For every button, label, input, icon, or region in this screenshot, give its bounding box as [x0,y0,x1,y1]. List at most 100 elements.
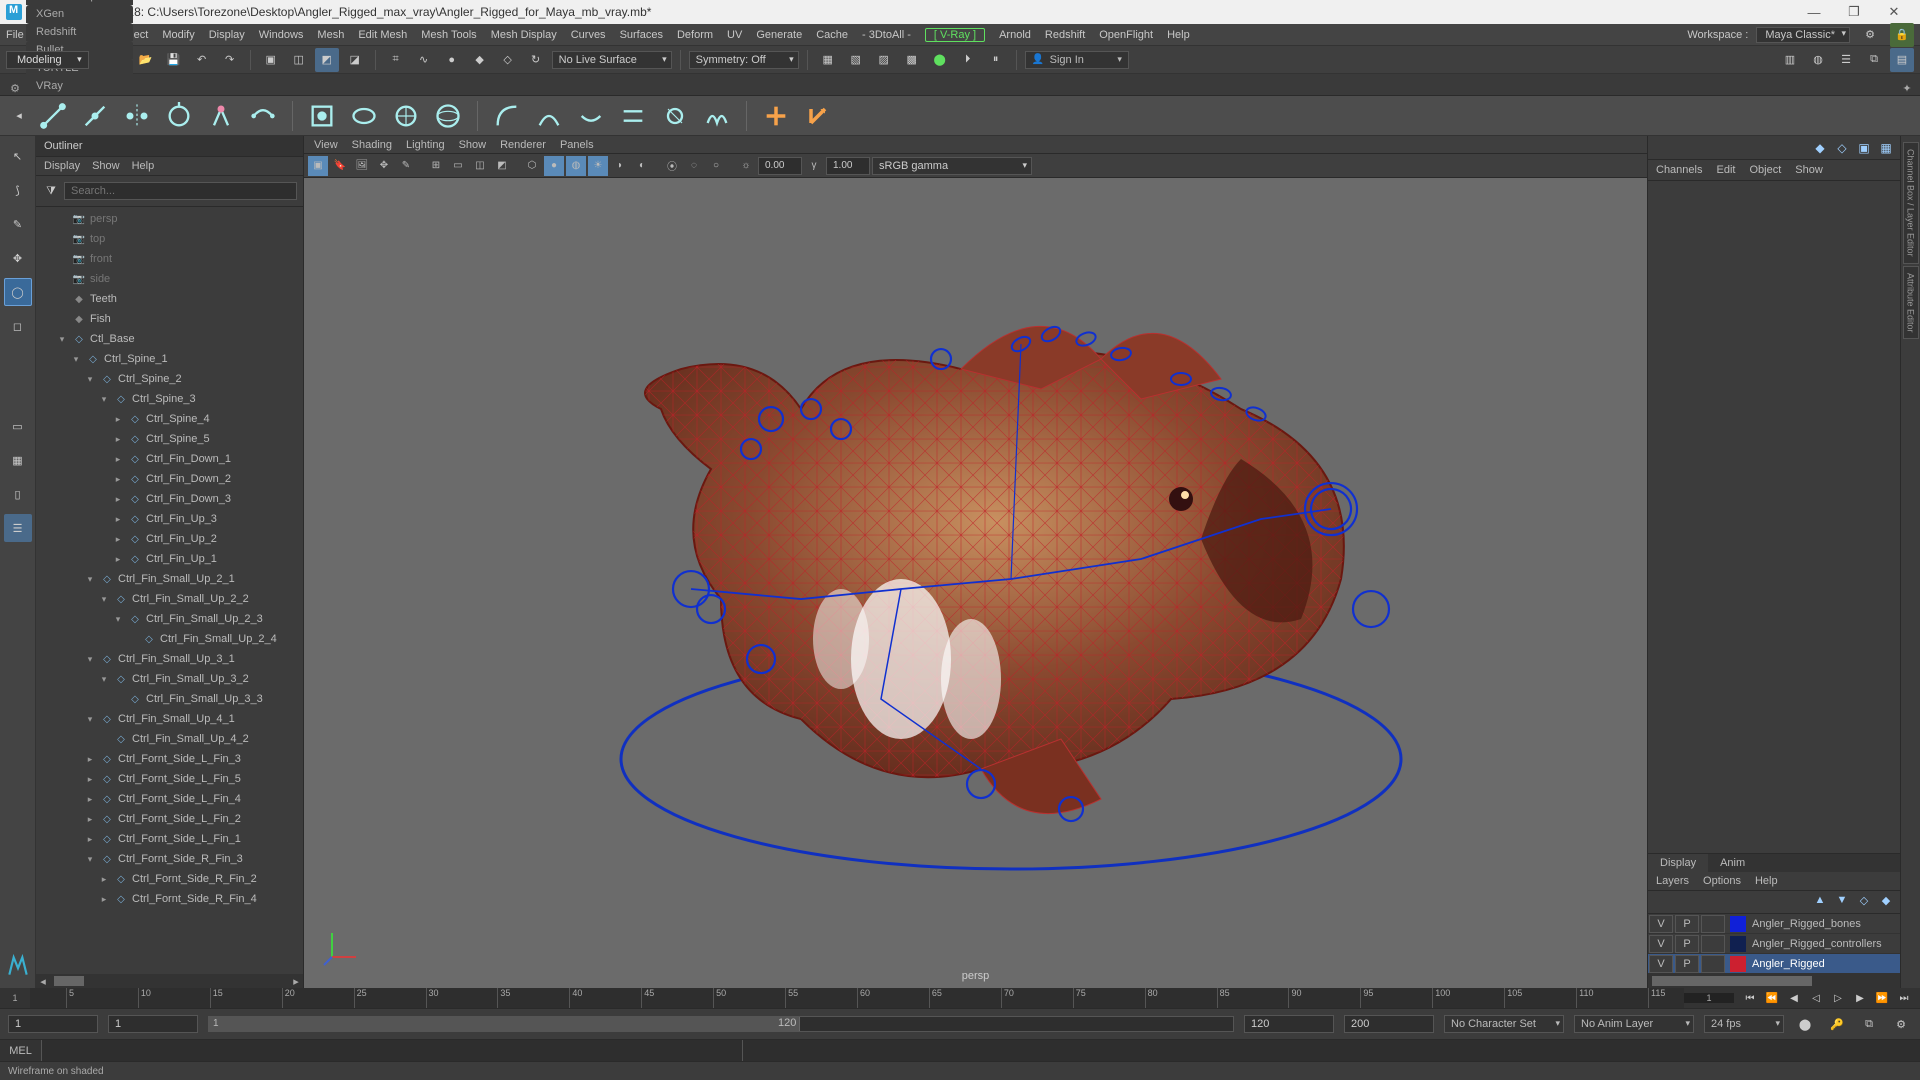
snap-live-icon[interactable]: ◇ [496,48,520,72]
move-tool[interactable]: ✥ [4,244,32,272]
layout-four-icon[interactable]: ▦ [4,446,32,474]
outliner-item-teeth[interactable]: ▸◆Teeth [36,289,303,309]
outliner-item-ctrl_fornt_side_l_fin_2[interactable]: ▸◇Ctrl_Fornt_Side_L_Fin_2 [36,809,303,829]
blendshape-icon[interactable] [490,99,524,133]
viewport-canvas[interactable]: persp [304,178,1647,988]
shelf-scroll-icon[interactable]: ◂ [10,104,28,128]
outliner-item-ctrl_fin_small_up_3_3[interactable]: ▸◇Ctrl_Fin_Small_Up_3_3 [36,689,303,709]
layer-menu-layers[interactable]: Layers [1656,875,1689,887]
outliner-item-ctrl_fin_small_up_4_1[interactable]: ▾◇Ctrl_Fin_Small_Up_4_1 [36,709,303,729]
menu-edit-mesh[interactable]: Edit Mesh [358,29,407,41]
undo-icon[interactable]: ↶ [190,48,214,72]
insert-joint-icon[interactable] [78,99,112,133]
create-joint-icon[interactable] [36,99,70,133]
menu--v-ray-[interactable]: [ V-Ray ] [925,28,985,42]
menu-set-selector[interactable]: Modeling [6,51,89,69]
layer-new-empty-icon[interactable]: ◇ [1856,894,1872,910]
orient-joint-icon[interactable] [162,99,196,133]
live-surface-selector[interactable]: No Live Surface [552,51,672,69]
paint-weights-icon[interactable] [389,99,423,133]
menu-mesh[interactable]: Mesh [317,29,344,41]
outliner-item-ctrl_fornt_side_r_fin_3[interactable]: ▾◇Ctrl_Fornt_Side_R_Fin_3 [36,849,303,869]
character-set-selector[interactable]: No Character Set [1444,1015,1564,1033]
range-play-start[interactable]: 1 [108,1015,198,1033]
workspace-selector[interactable]: Maya Classic* [1756,27,1850,43]
vp-select-camera-icon[interactable]: ▣ [308,156,328,176]
range-knob[interactable]: 1 [209,1017,799,1031]
wire-icon[interactable] [658,99,692,133]
outliner-item-ctrl_fornt_side_l_fin_5[interactable]: ▸◇Ctrl_Fornt_Side_L_Fin_5 [36,769,303,789]
cb-menu-object[interactable]: Object [1749,164,1781,176]
render-seq-icon[interactable]: ⏵ [956,48,980,72]
snap-curve-icon[interactable]: ∿ [412,48,436,72]
ipr-render-icon[interactable]: ▩ [900,48,924,72]
open-scene-icon[interactable]: 📂 [134,48,158,72]
vp-gamma-icon[interactable]: γ [804,156,824,176]
outliner-item-ctrl_fin_small_up_2_2[interactable]: ▾◇Ctrl_Fin_Small_Up_2_2 [36,589,303,609]
mirror-joint-icon[interactable] [120,99,154,133]
side-tab-modeling[interactable]: Channel Box / Layer Editor [1903,142,1919,264]
range-anim-end[interactable]: 200 [1344,1015,1434,1033]
vp-isolate-icon[interactable]: ⦿ [662,156,682,176]
menu-mesh-display[interactable]: Mesh Display [491,29,557,41]
menu-mesh-tools[interactable]: Mesh Tools [421,29,476,41]
vp-exposure-field[interactable] [758,157,802,175]
play-fwd-icon[interactable]: ▷ [1828,989,1848,1007]
range-anim-start[interactable]: 1 [8,1015,98,1033]
vp-ao-icon[interactable]: ◐ [632,156,652,176]
vp-wireframe-icon[interactable]: ⬡ [522,156,542,176]
layer-angler_rigged_bones[interactable]: VPAngler_Rigged_bones [1648,914,1900,934]
vp-gate-mask-icon[interactable]: ◩ [492,156,512,176]
vp-lights-icon[interactable]: ☀ [588,156,608,176]
menu-arnold[interactable]: Arnold [999,29,1031,41]
outliner-item-persp[interactable]: ▸📷persp [36,209,303,229]
prefs-icon[interactable]: ⚙ [1890,1013,1912,1035]
layer-movedown-icon[interactable]: ▼ [1834,894,1850,910]
outliner-filter-icon[interactable]: ⧩ [42,179,60,203]
outliner-item-fish[interactable]: ▸◆Fish [36,309,303,329]
outliner-item-ctrl_spine_4[interactable]: ▸◇Ctrl_Spine_4 [36,409,303,429]
ik-handle-icon[interactable] [204,99,238,133]
outliner-item-ctrl_fin_down_3[interactable]: ▸◇Ctrl_Fin_Down_3 [36,489,303,509]
vp-image-plane-icon[interactable]: 🖼 [352,156,372,176]
constraint-point-icon[interactable] [759,99,793,133]
outliner-item-ctrl_fin_up_1[interactable]: ▸◇Ctrl_Fin_Up_1 [36,549,303,569]
shelf-tab-xgen[interactable]: XGen [26,5,133,23]
outliner-item-ctrl_spine_1[interactable]: ▾◇Ctrl_Spine_1 [36,349,303,369]
play-back-icon[interactable]: ◁ [1806,989,1826,1007]
select-mode-icon[interactable]: ▣ [259,48,283,72]
layer-angler_rigged[interactable]: VPAngler_Rigged [1648,954,1900,974]
constraint-orient-icon[interactable] [801,99,835,133]
shelf-options-icon[interactable]: ⚙ [6,82,24,95]
lasso-tool[interactable]: ⟆ [4,176,32,204]
workspace-lock-icon[interactable]: 🔒 [1890,23,1914,47]
cb-icon-4[interactable]: ▦ [1878,140,1894,156]
anim-layer-selector[interactable]: No Anim Layer [1574,1015,1694,1033]
range-play-end[interactable]: 120 [1244,1015,1334,1033]
snap-grid-icon[interactable]: ⌗ [384,48,408,72]
lasso-select-icon[interactable]: ◫ [287,48,311,72]
menu-curves[interactable]: Curves [571,29,606,41]
snap-point-icon[interactable]: ● [440,48,464,72]
vp-exposure-icon[interactable]: ☼ [736,156,756,176]
outliner-item-ctrl_spine_5[interactable]: ▸◇Ctrl_Spine_5 [36,429,303,449]
window-maximize-button[interactable]: ❐ [1834,0,1874,24]
layout-two-icon[interactable]: ▯ [4,480,32,508]
cluster-icon[interactable] [532,99,566,133]
channelbox-toggle-icon[interactable]: ▤ [1890,48,1914,72]
ik-spline-icon[interactable] [246,99,280,133]
vp-resolution-gate-icon[interactable]: ◫ [470,156,490,176]
select-hierarchy-icon[interactable]: ◪ [343,48,367,72]
bind-skin-icon[interactable] [305,99,339,133]
outliner-item-ctrl_spine_3[interactable]: ▾◇Ctrl_Spine_3 [36,389,303,409]
outliner-menu-display[interactable]: Display [44,160,80,172]
outliner-item-ctrl_fin_down_2[interactable]: ▸◇Ctrl_Fin_Down_2 [36,469,303,489]
menu-redshift[interactable]: Redshift [1045,29,1085,41]
menu--3dtoall-[interactable]: - 3DtoAll - [862,29,911,41]
time-current-field[interactable]: 1 [1684,993,1734,1003]
rotate-tool[interactable]: ◯ [4,278,32,306]
shelf-edit-icon[interactable]: ✦ [1898,82,1916,95]
graph-editor-icon[interactable]: ⧉ [1862,48,1886,72]
outliner-search-input[interactable] [64,182,297,200]
detach-skin-icon[interactable] [347,99,381,133]
